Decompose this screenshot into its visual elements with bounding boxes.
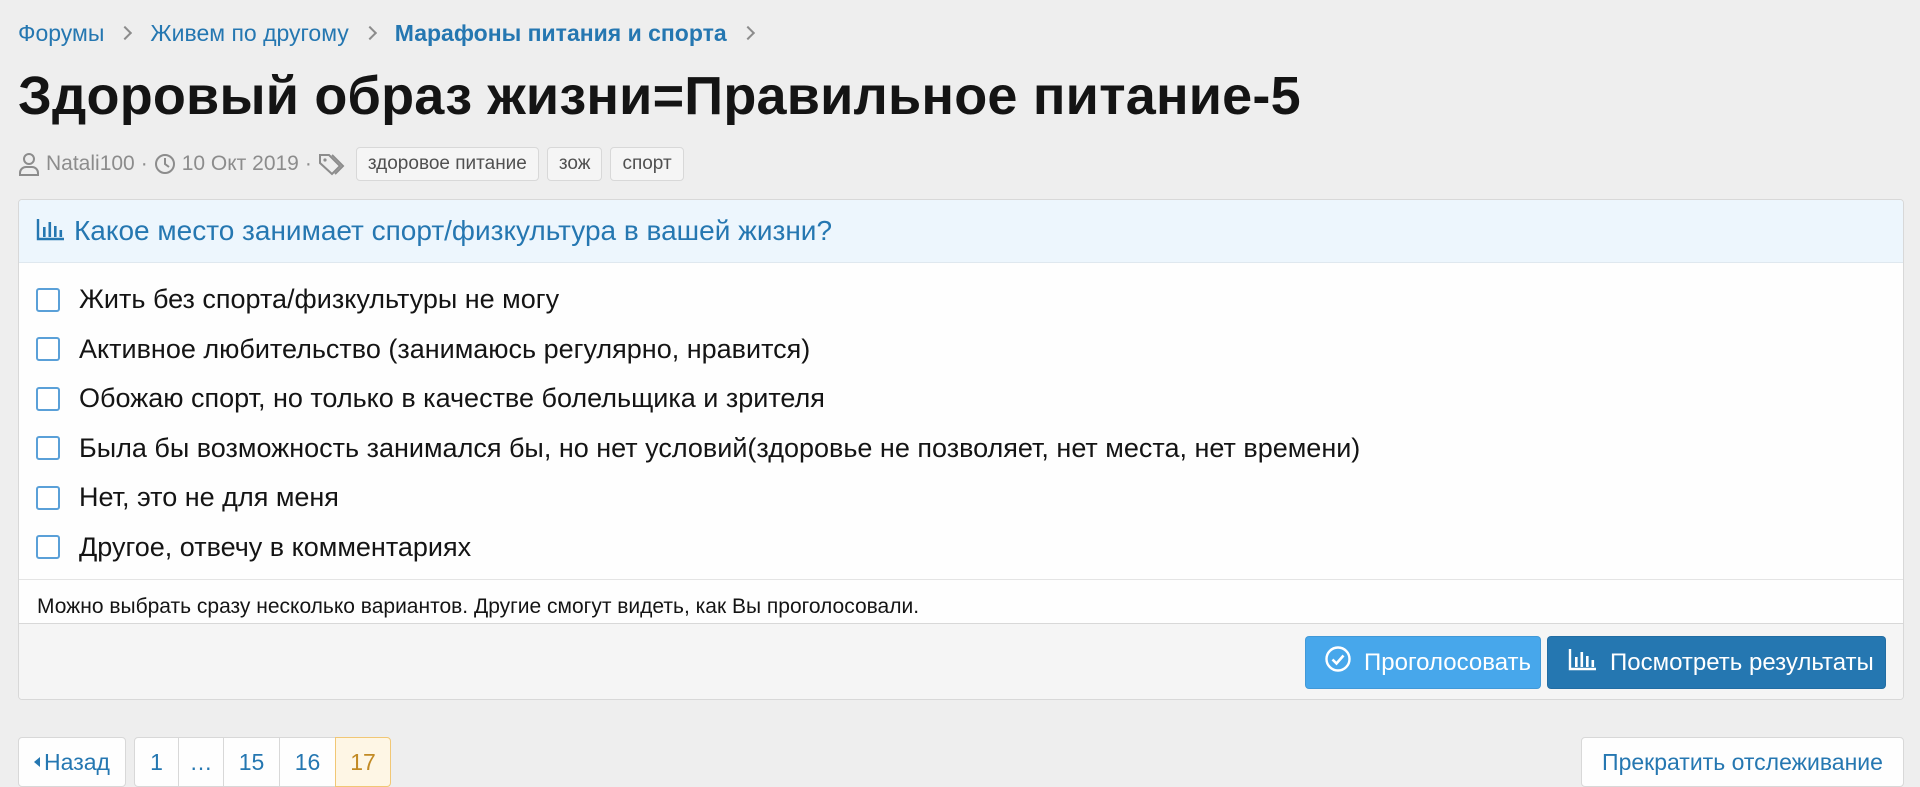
page-title: Здоровый образ жизни=Правильное питание-… [18, 66, 1301, 126]
view-results-label: Посмотреть результаты [1610, 648, 1874, 676]
poll-option[interactable]: Нет, это не для меня [19, 473, 1903, 523]
poll-option[interactable]: Другое, отвечу в комментариях [19, 523, 1903, 573]
breadcrumb-item-living-differently[interactable]: Живем по другому [150, 20, 348, 47]
user-icon [18, 152, 40, 176]
chevron-right-icon [118, 25, 133, 41]
tag-healthy-food[interactable]: здоровое питание [355, 147, 539, 181]
poll-option-label: Активное любительство (занимаюсь регуляр… [79, 333, 811, 364]
tag-sport[interactable]: спорт [610, 147, 684, 181]
poll-option[interactable]: Была бы возможность занимался бы, но нет… [19, 424, 1903, 474]
view-results-button[interactable]: Посмотреть результаты [1547, 636, 1886, 689]
meta-separator: · [304, 152, 312, 175]
poll-header: Какое место занимает спорт/физкультура в… [19, 200, 1903, 263]
tags-icon [318, 152, 348, 176]
poll-option-checkbox[interactable] [36, 287, 60, 312]
poll-option-checkbox[interactable] [36, 386, 60, 411]
poll-block: Какое место занимает спорт/физкультура в… [18, 199, 1904, 700]
tag-zozh[interactable]: зож [546, 147, 603, 181]
author-link[interactable]: Natali100 [46, 152, 135, 176]
thread-date[interactable]: 10 Окт 2019 [182, 152, 299, 176]
pagination-ellipsis[interactable]: … [179, 737, 224, 787]
vote-button[interactable]: Проголосовать [1305, 636, 1541, 689]
page: Форумы Живем по другому Марафоны питания… [0, 0, 1920, 787]
poll-question: Какое место занимает спорт/физкультура в… [74, 215, 833, 246]
poll-option-label: Жить без спорта/физкультуры не могу [79, 284, 560, 315]
bar-chart-icon [36, 217, 66, 246]
meta-separator: · [140, 152, 148, 175]
caret-left-icon [34, 757, 41, 767]
chevron-right-icon [740, 25, 755, 41]
pagination-page-16[interactable]: 16 [280, 737, 336, 787]
poll-option[interactable]: Активное любительство (занимаюсь регуляр… [19, 325, 1903, 375]
breadcrumb-item-forums[interactable]: Форумы [18, 20, 104, 47]
poll-option[interactable]: Обожаю спорт, но только в качестве болел… [19, 374, 1903, 424]
pagination-prev-button[interactable]: Назад [18, 737, 126, 787]
pagination-page-current[interactable]: 17 [335, 737, 391, 787]
breadcrumb-item-marathons[interactable]: Марафоны питания и спорта [395, 20, 727, 47]
poll-option-checkbox[interactable] [36, 485, 60, 510]
poll-footer: Проголосовать Посмотреть результаты [19, 623, 1903, 699]
bar-chart-icon [1568, 647, 1610, 678]
clock-icon [154, 153, 176, 175]
poll-option-label: Обожаю спорт, но только в качестве болел… [79, 383, 825, 414]
poll-option-checkbox[interactable] [36, 337, 60, 362]
poll-option[interactable]: Жить без спорта/физкультуры не могу [19, 275, 1903, 325]
poll-option-label: Нет, это не для меня [79, 482, 339, 513]
unwatch-button[interactable]: Прекратить отслеживание [1581, 737, 1904, 787]
chevron-right-icon [362, 25, 377, 41]
breadcrumb: Форумы Живем по другому Марафоны питания… [18, 0, 1902, 66]
vote-button-label: Проголосовать [1364, 648, 1532, 676]
poll-option-label: Была бы возможность занимался бы, но нет… [79, 432, 1361, 463]
check-circle-icon [1324, 645, 1364, 680]
poll-option-checkbox[interactable] [36, 535, 60, 560]
poll-option-label: Другое, отвечу в комментариях [79, 531, 472, 562]
poll-option-checkbox[interactable] [36, 436, 60, 461]
pagination: Назад 1 … 15 16 17 [18, 737, 391, 787]
poll-options: Жить без спорта/физкультуры не могу Акти… [19, 263, 1903, 572]
pagination-prev-label: Назад [44, 748, 110, 775]
pagination-page-1[interactable]: 1 [134, 737, 179, 787]
thread-meta: Natali100 · 10 Окт 2019 · здоровое питан… [18, 146, 1902, 182]
pagination-page-15[interactable]: 15 [224, 737, 280, 787]
